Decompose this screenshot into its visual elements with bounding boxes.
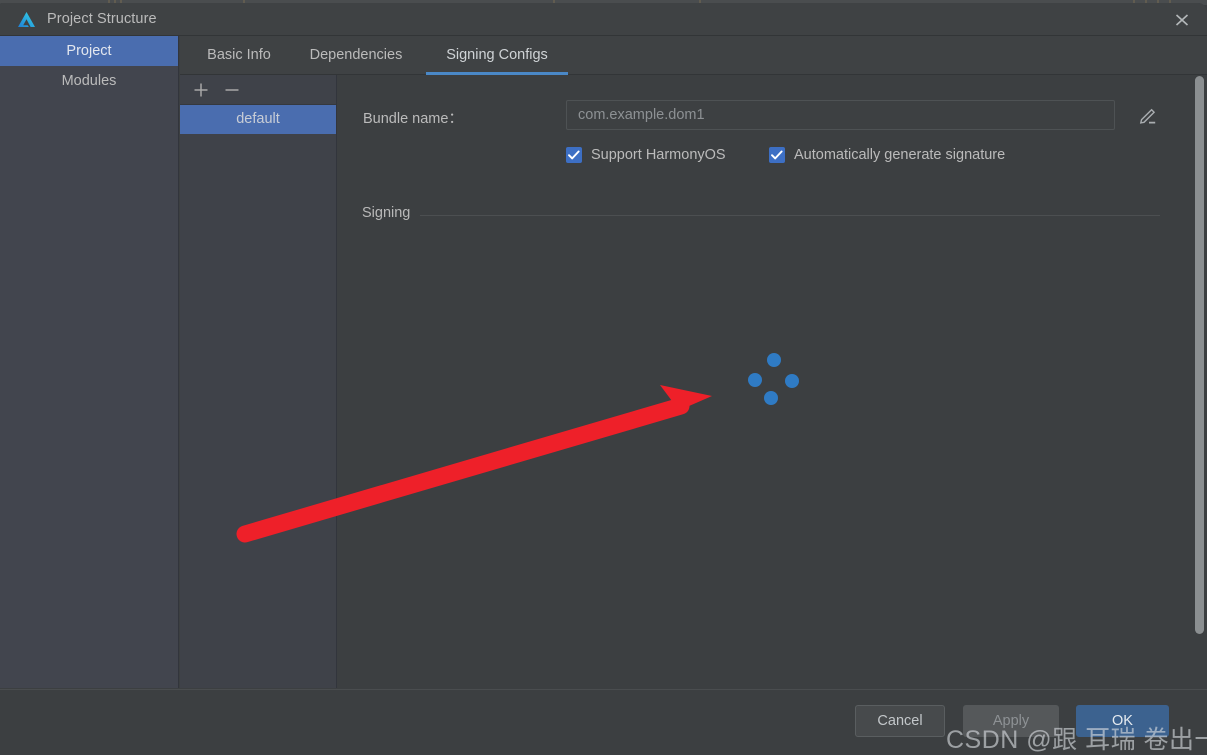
- checkbox-support-harmonyos[interactable]: Support HarmonyOS: [566, 147, 726, 163]
- tab-bar: Basic Info Dependencies Signing Configs: [180, 36, 1207, 75]
- sidebar-item-label: Project: [66, 43, 112, 59]
- tab-label: Basic Info: [207, 47, 271, 63]
- tab-label: Dependencies: [309, 47, 403, 63]
- app-root: Project Structure Project Modules Basic …: [0, 0, 1207, 755]
- tab-basic-info[interactable]: Basic Info: [192, 36, 286, 75]
- checkbox-auto-generate-signature[interactable]: Automatically generate signature: [769, 147, 1005, 163]
- dialog-footer: Cancel Apply OK: [0, 689, 1207, 755]
- project-structure-dialog: Project Structure Project Modules Basic …: [0, 3, 1207, 755]
- tab-label: Signing Configs: [446, 47, 548, 63]
- scrollbar-thumb[interactable]: [1195, 76, 1204, 634]
- loading-spinner-icon: [748, 353, 800, 405]
- plus-icon[interactable]: [190, 79, 212, 101]
- sidebar-item-modules[interactable]: Modules: [0, 66, 178, 96]
- left-navigation: Project Modules: [0, 36, 179, 688]
- ok-button[interactable]: OK: [1076, 705, 1169, 737]
- bundle-name-input[interactable]: [566, 100, 1115, 130]
- tab-dependencies[interactable]: Dependencies: [290, 36, 422, 75]
- tab-signing-configs[interactable]: Signing Configs: [426, 36, 568, 75]
- bundle-name-label: Bundle name：: [363, 111, 463, 127]
- window-title: Project Structure: [47, 11, 157, 27]
- checkbox-checked-icon: [769, 147, 785, 163]
- sidebar-item-label: Modules: [61, 73, 117, 89]
- config-item-label: default: [236, 111, 280, 127]
- apply-button[interactable]: Apply: [963, 705, 1059, 737]
- section-title: Signing: [362, 205, 421, 221]
- signing-configs-content: Bundle name： Support HarmonyOS: [338, 75, 1207, 688]
- signing-configs-list-panel: default: [180, 75, 337, 688]
- cancel-button[interactable]: Cancel: [855, 705, 945, 737]
- deveco-logo-icon: [16, 10, 37, 30]
- minus-icon[interactable]: [221, 79, 243, 101]
- section-divider: [362, 215, 1160, 216]
- checkbox-checked-icon: [566, 147, 582, 163]
- checkbox-label: Support HarmonyOS: [591, 147, 726, 163]
- config-list-toolbar: [180, 75, 336, 105]
- vertical-scrollbar[interactable]: [1193, 76, 1206, 688]
- sidebar-item-project[interactable]: Project: [0, 36, 178, 66]
- list-item[interactable]: default: [180, 105, 336, 134]
- pencil-edit-icon[interactable]: [1134, 101, 1162, 129]
- signing-section-header: Signing: [362, 205, 1160, 225]
- title-bar: Project Structure: [0, 3, 1207, 36]
- checkbox-label: Automatically generate signature: [794, 147, 1006, 163]
- close-icon[interactable]: [1171, 10, 1193, 30]
